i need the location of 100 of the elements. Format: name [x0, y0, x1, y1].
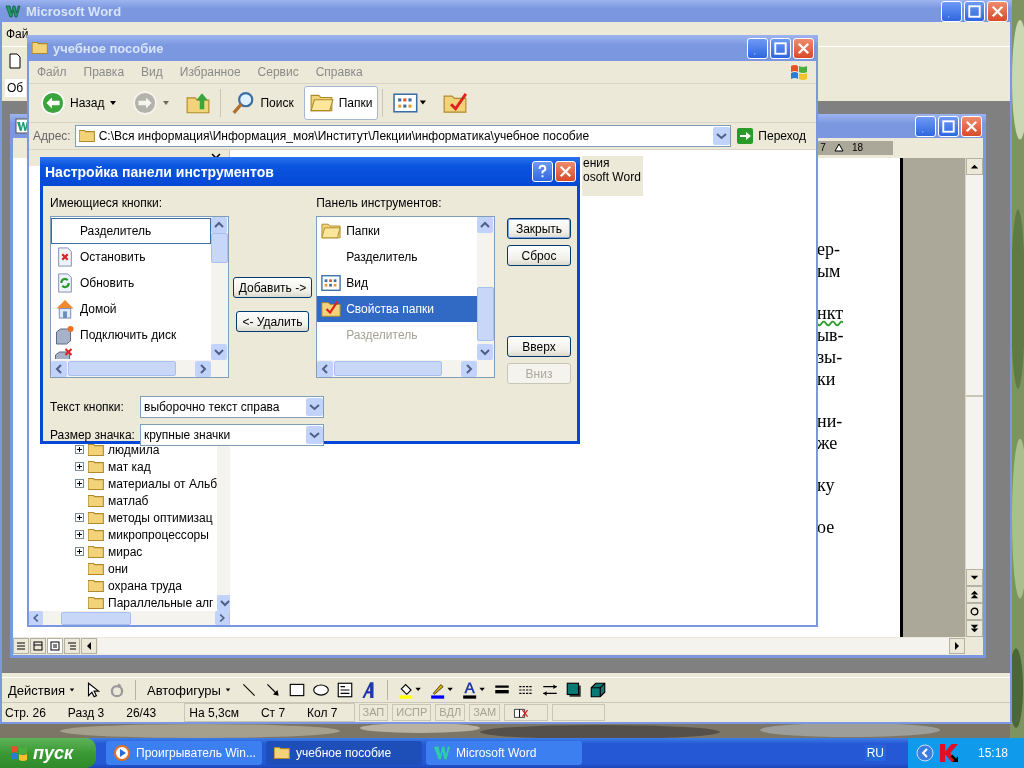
- tree-item[interactable]: матлаб: [108, 493, 149, 508]
- folder-icon: [88, 545, 104, 558]
- status-panel: [552, 704, 606, 721]
- scroll-left-icon[interactable]: [81, 638, 97, 654]
- rectangle-icon[interactable]: [287, 681, 306, 699]
- folder-icon: [88, 579, 104, 592]
- expand-icon[interactable]: [75, 530, 84, 539]
- vertical-scrollbar[interactable]: [965, 158, 983, 637]
- style-field[interactable]: Об: [5, 79, 26, 97]
- go-button[interactable]: Переход: [735, 128, 812, 144]
- horizontal-scrollbar[interactable]: [29, 611, 229, 625]
- scroll-thumb[interactable]: [334, 361, 443, 376]
- stop-page-icon: [55, 247, 75, 267]
- list-item[interactable]: Разделитель: [317, 244, 477, 270]
- scroll-down-icon[interactable]: [210, 344, 227, 360]
- expand-icon[interactable]: [75, 547, 84, 556]
- list-label: Имеющиеся кнопки:: [50, 196, 163, 210]
- expand-icon[interactable]: [75, 479, 84, 488]
- vertical-scrollbar[interactable]: [477, 217, 494, 360]
- tree-item[interactable]: мат кад: [108, 459, 151, 474]
- house-icon: [55, 299, 75, 319]
- next-page-icon[interactable]: [966, 620, 983, 637]
- dropdown-field[interactable]: выборочно текст справа: [140, 396, 324, 418]
- list-item[interactable]: Свойства папки: [317, 296, 477, 322]
- tree-item[interactable]: они: [108, 561, 128, 576]
- tree-item[interactable]: материалы от Альб: [108, 476, 218, 491]
- option-label: Размер значка:: [50, 428, 136, 442]
- list-item[interactable]: Обновить: [51, 270, 211, 296]
- dialog-button[interactable]: Вверх: [507, 336, 571, 357]
- tree-item[interactable]: мирас: [108, 544, 143, 559]
- oval-icon[interactable]: [311, 681, 330, 699]
- outline-view-icon[interactable]: [64, 638, 80, 654]
- tree-item[interactable]: методы оптимизац: [108, 510, 213, 525]
- scroll-thumb[interactable]: [61, 611, 131, 625]
- horizontal-scrollbar[interactable]: [317, 360, 494, 377]
- previous-page-icon[interactable]: [966, 586, 983, 603]
- cube-icon[interactable]: [588, 681, 607, 699]
- print-view-icon[interactable]: [47, 638, 63, 654]
- tree-item[interactable]: охрана труда: [108, 578, 182, 593]
- list-item[interactable]: Домой: [51, 296, 211, 322]
- autoshapes-menu[interactable]: Автофигуры: [144, 682, 234, 698]
- indent-marker-icon[interactable]: [833, 143, 844, 153]
- scroll-down-icon[interactable]: [966, 569, 983, 586]
- normal-view-icon[interactable]: [13, 638, 29, 654]
- web-view-icon[interactable]: [30, 638, 46, 654]
- expand-icon[interactable]: [75, 445, 84, 454]
- text-line: ку: [817, 474, 836, 496]
- browse-object-icon[interactable]: [966, 603, 983, 620]
- antivirus-icon[interactable]: [939, 744, 958, 762]
- taskbar-button[interactable]: Microsoft Word: [426, 741, 582, 765]
- list-item[interactable]: Подключить диск: [51, 322, 211, 348]
- horizontal-scrollbar[interactable]: [51, 360, 228, 377]
- vertical-scrollbar[interactable]: [210, 217, 228, 360]
- font-color-icon[interactable]: [460, 681, 487, 699]
- remove-button[interactable]: <- Удалить: [236, 311, 309, 332]
- arrow-style-icon[interactable]: [540, 681, 559, 699]
- status-field: На 5,3см: [189, 705, 239, 720]
- text-line: ки: [817, 368, 837, 390]
- help-button[interactable]: [532, 161, 553, 182]
- horizontal-scrollbar[interactable]: [98, 638, 949, 654]
- shadow-icon[interactable]: [564, 681, 583, 699]
- tree-item[interactable]: микропроцессоры: [108, 527, 209, 542]
- language-indicator[interactable]: RU: [864, 745, 886, 761]
- actions-menu[interactable]: Действия: [6, 682, 78, 698]
- taskbar-button[interactable]: Проигрыватель Win...: [106, 741, 262, 765]
- search-button[interactable]: Поиск: [225, 86, 300, 120]
- scroll-thumb[interactable]: [210, 233, 228, 263]
- menu-item[interactable]: Фай: [6, 27, 29, 41]
- status-field: Кол 7: [307, 705, 338, 720]
- line-color-icon[interactable]: [428, 681, 455, 699]
- close-button[interactable]: [555, 161, 576, 182]
- scroll-thumb[interactable]: [68, 361, 176, 376]
- folder-up-icon: [186, 91, 211, 115]
- list-item[interactable]: Разделитель: [51, 218, 211, 244]
- chevron-icon[interactable]: [915, 744, 934, 762]
- text-box-icon[interactable]: [335, 681, 354, 699]
- search-icon: [231, 91, 256, 115]
- back-button[interactable]: Назад: [35, 86, 124, 120]
- expand-icon[interactable]: [75, 513, 84, 522]
- word-logo-icon: [434, 745, 450, 761]
- expand-icon[interactable]: [75, 462, 84, 471]
- dialog-button[interactable]: Сброс: [507, 245, 571, 266]
- start-button[interactable]: пуск: [0, 738, 96, 768]
- scroll-right-icon[interactable]: [949, 638, 965, 654]
- new-document-icon[interactable]: [7, 53, 23, 69]
- scroll-up-icon[interactable]: [966, 158, 983, 175]
- list-item[interactable]: Папки: [317, 218, 477, 244]
- list-item[interactable]: Вид: [317, 270, 477, 296]
- tree-item[interactable]: Параллельные алг: [108, 595, 214, 610]
- address-field[interactable]: C:\Вся информация\Информация_моя\Институт\Лекции\информатика\учебное пособие: [74, 125, 732, 147]
- folders-button[interactable]: Папки: [303, 86, 379, 120]
- taskbar-button[interactable]: учебное пособие: [266, 741, 422, 765]
- dropdown-field[interactable]: крупные значки: [140, 424, 324, 446]
- file-label[interactable]: ения osoft Word: [582, 156, 643, 196]
- list-item[interactable]: Остановить: [51, 244, 211, 270]
- text-line: нкт: [817, 302, 844, 324]
- add-button[interactable]: Добавить ->: [232, 277, 313, 298]
- fill-color-icon[interactable]: [396, 681, 423, 699]
- dialog-button[interactable]: Закрыть: [507, 218, 571, 239]
- scroll-thumb[interactable]: [477, 287, 494, 341]
